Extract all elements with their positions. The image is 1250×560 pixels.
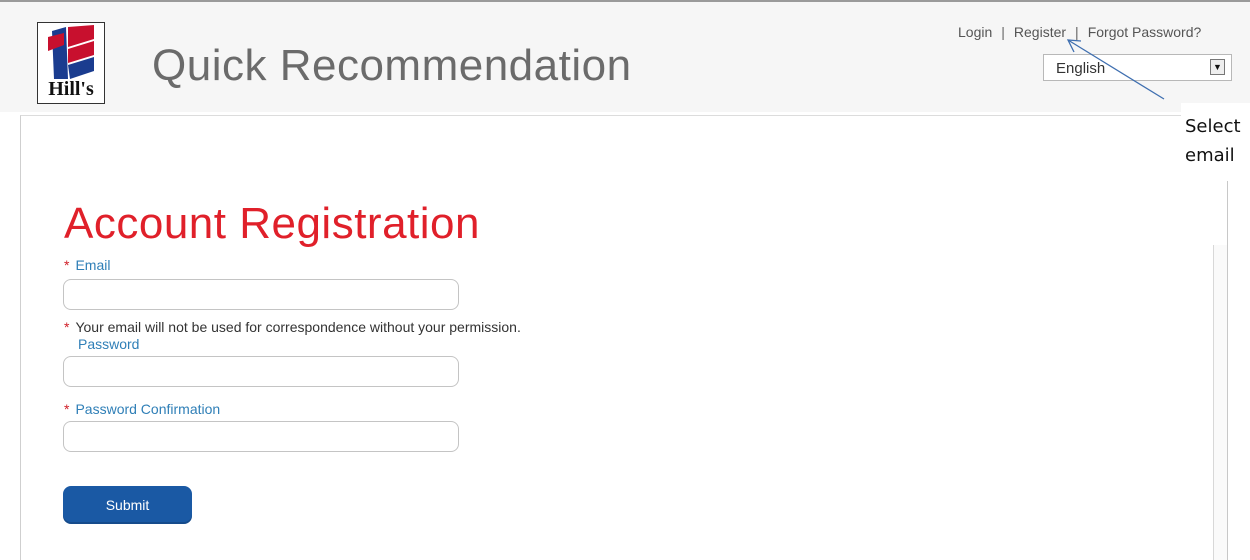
site-header: Hill's Quick Recommendation Login | Regist… [0,0,1250,112]
hills-logo-mark-icon [48,25,94,79]
password-field[interactable] [63,356,459,387]
annotation-callout: Select email [1181,103,1250,181]
password-confirmation-label: * Password Confirmation [64,401,220,417]
language-select[interactable]: English ▼ [1043,54,1232,81]
nav-separator: | [1075,24,1079,40]
logo-text: Hill's [48,78,94,100]
registration-card [20,115,1228,560]
password-confirmation-label-text: Password Confirmation [75,401,221,417]
language-select-value: English [1056,60,1106,77]
page-title: Account Registration [64,199,480,248]
nav-separator: | [1001,24,1005,40]
email-field[interactable] [63,279,459,310]
required-mark: * [64,319,70,335]
app-title: Quick Recommendation [152,41,632,90]
annotation-line-1: Select [1185,116,1241,137]
chevron-down-icon[interactable]: ▼ [1210,59,1225,75]
login-link[interactable]: Login [958,24,992,40]
email-label-text: Email [75,257,111,273]
required-mark: * [64,401,70,417]
password-label: Password [78,336,140,352]
annotation-line-2: email [1185,145,1235,166]
hills-logo[interactable]: Hill's [37,22,105,104]
password-confirmation-field[interactable] [63,421,459,452]
required-mark: * [64,257,70,273]
submit-button[interactable]: Submit [63,486,192,524]
card-scroll-edge [1213,245,1227,560]
top-nav: Login | Register | Forgot Password? [958,24,1201,40]
email-label: * Email [64,257,110,273]
forgot-password-link[interactable]: Forgot Password? [1088,24,1202,40]
email-note: * Your email will not be used for corresp… [64,319,521,335]
register-link[interactable]: Register [1014,24,1066,40]
email-note-text: Your email will not be used for correspo… [75,319,521,335]
